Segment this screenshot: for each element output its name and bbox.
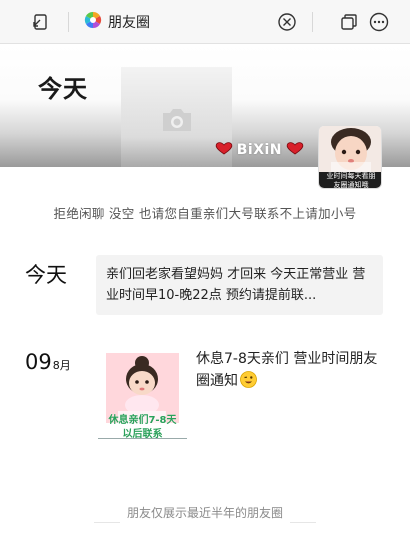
post-text: 亲们回老家看望妈妈 才回来 今天正常营业 营业时间早10-晚22点 预约请提前联… xyxy=(106,267,366,303)
more-icon[interactable] xyxy=(366,9,392,35)
post-month: 8月 xyxy=(52,359,71,372)
divider xyxy=(98,438,187,439)
post-text[interactable]: 休息7-8天亲们 营业时间朋友圈通知 xyxy=(196,348,382,395)
footer-divider xyxy=(94,522,120,523)
title-bar: 朋友圈 xyxy=(0,0,410,44)
nickname-row: BiXiN xyxy=(214,140,305,159)
avatar[interactable]: 业时间每天看朋 友圈通知哦 xyxy=(318,125,382,189)
heart-icon xyxy=(285,140,305,159)
post-day: 09 xyxy=(25,350,52,374)
signature-text: 拒绝闲聊 没空 也请您自重亲们大号联系不上请加小号 xyxy=(53,206,357,221)
close-circle-icon[interactable] xyxy=(274,9,300,35)
footer-divider xyxy=(290,522,316,523)
post-date: 098月 xyxy=(25,350,71,374)
post-image[interactable]: 休息亲们7-8天 以后联系 xyxy=(98,349,187,438)
post-image-caption: 以后联系 xyxy=(122,429,163,438)
post-date-today: 今天 xyxy=(25,263,67,287)
post-text-card[interactable]: 亲们回老家看望妈妈 才回来 今天正常营业 营业时间早10-晚22点 预约请提前联… xyxy=(96,255,383,315)
title-divider xyxy=(312,12,313,32)
footer-text: 朋友仅展示最近半年的朋友圈 xyxy=(126,506,283,520)
window-restore-icon[interactable] xyxy=(336,9,362,35)
avatar-caption: 业时间每天看朋 友圈通知哦 xyxy=(326,172,376,189)
back-icon[interactable] xyxy=(27,9,53,35)
photo-wheel-icon xyxy=(84,11,102,33)
window-title-text: 朋友圈 xyxy=(108,15,150,31)
title-divider xyxy=(68,12,69,32)
cover-today-text: 今天 xyxy=(38,75,88,103)
nickname: BiXiN xyxy=(236,141,282,158)
camera-icon xyxy=(160,107,194,137)
heart-icon xyxy=(214,140,234,159)
post-image-caption: 休息亲们7-8天 xyxy=(108,415,177,426)
wink-emoji-icon xyxy=(240,371,257,395)
window-title: 朋友圈 xyxy=(84,10,150,34)
